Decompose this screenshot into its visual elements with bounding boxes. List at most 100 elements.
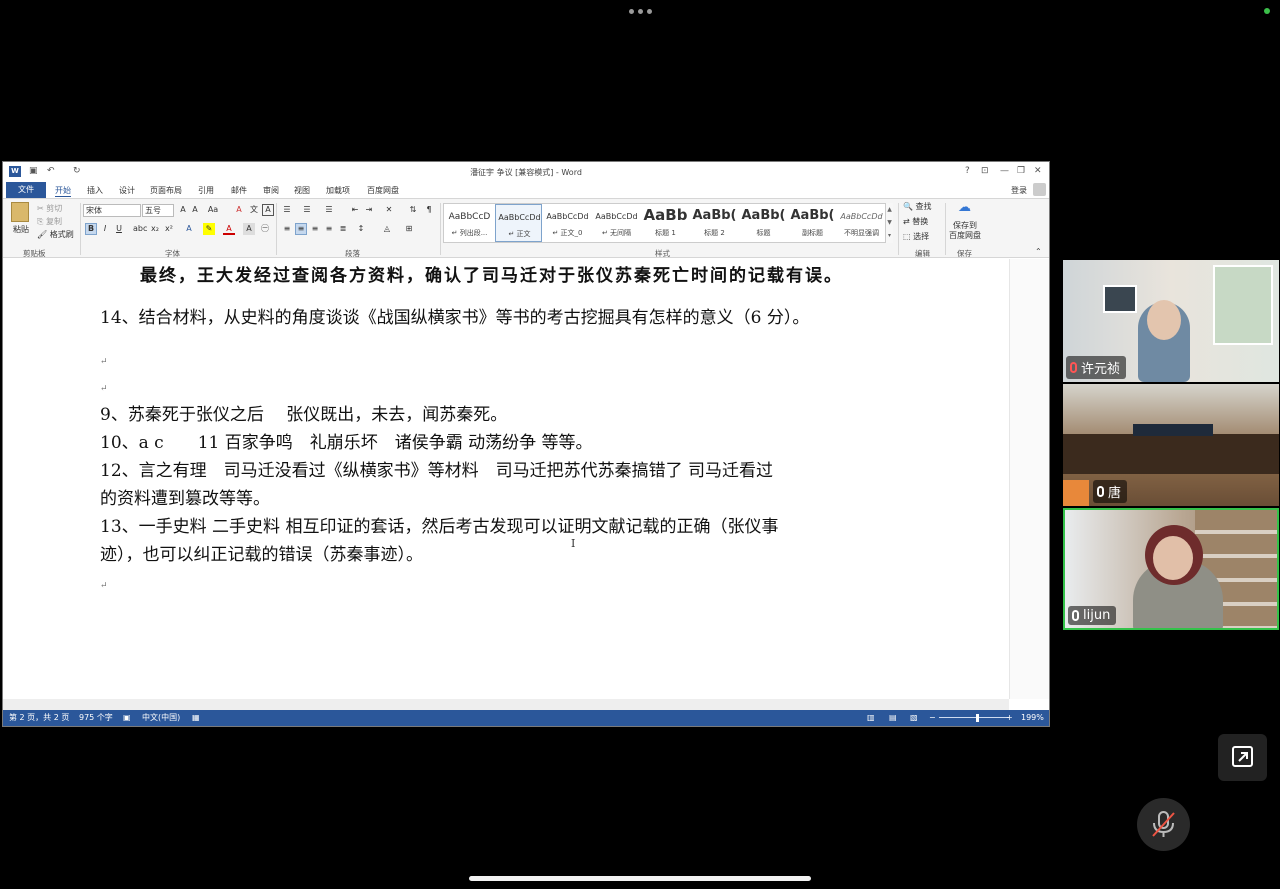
participant-tile-active[interactable]: lijun	[1063, 508, 1279, 630]
shading-icon[interactable]: ◬	[381, 223, 393, 235]
participant-tile[interactable]: 唐	[1063, 384, 1279, 506]
proofing-icon[interactable]: ▣	[123, 710, 131, 726]
print-layout-icon[interactable]: ▤	[889, 710, 897, 726]
align-right-icon[interactable]: ≡	[309, 223, 321, 235]
tab-home[interactable]: 开始	[55, 185, 71, 197]
cut-button[interactable]: ✂ 剪切	[37, 204, 62, 214]
enclosed-char-icon[interactable]: ㊀	[259, 223, 271, 235]
increase-indent-icon[interactable]: ⇥	[363, 204, 375, 216]
paste-icon[interactable]	[11, 202, 29, 222]
ribbon-display-icon[interactable]: ⊡	[981, 166, 989, 176]
save-baidu-line1[interactable]: 保存到	[953, 221, 977, 231]
tab-references[interactable]: 引用	[198, 185, 214, 196]
grow-font-icon[interactable]: A	[177, 204, 189, 216]
share-screen-button[interactable]	[1218, 734, 1267, 781]
home-indicator[interactable]	[469, 876, 811, 881]
read-mode-icon[interactable]: ▥	[867, 710, 875, 726]
word-count[interactable]: 975 个字	[79, 710, 113, 726]
zoom-in-icon[interactable]: +	[1006, 710, 1013, 726]
strikethrough-icon[interactable]: abc	[133, 223, 147, 235]
mic-icon	[1072, 610, 1079, 621]
borders-icon[interactable]: ⊞	[403, 223, 415, 235]
close-icon[interactable]: ✕	[1034, 166, 1042, 176]
wall-painting	[1103, 285, 1137, 313]
minimize-icon[interactable]: —	[1000, 166, 1009, 176]
underline-icon[interactable]: U	[113, 223, 125, 235]
highlight-icon[interactable]: ✎	[203, 223, 215, 235]
web-layout-icon[interactable]: ▧	[910, 710, 918, 726]
font-family-select[interactable]: 宋体	[83, 204, 141, 217]
style-normal-0[interactable]: AaBbCcDd ↵ 正文_0	[544, 204, 591, 242]
tab-review[interactable]: 审阅	[263, 185, 279, 196]
font-color-icon[interactable]: A	[223, 223, 235, 235]
char-shading-icon[interactable]: A	[243, 223, 255, 235]
restore-icon[interactable]: ❐	[1017, 166, 1025, 176]
change-case-icon[interactable]: Aa	[207, 204, 219, 216]
sort-icon[interactable]: ⇅	[407, 204, 419, 216]
style-subtitle[interactable]: AaBb(副标题	[789, 204, 836, 242]
style-title[interactable]: AaBb(标题	[740, 204, 787, 242]
login-link[interactable]: 登录	[1011, 185, 1027, 196]
tab-layout[interactable]: 页面布局	[150, 185, 182, 196]
baidu-cloud-icon[interactable]: ☁	[958, 201, 971, 214]
more-options-icon[interactable]	[626, 9, 654, 17]
page-count[interactable]: 第 2 页，共 2 页	[9, 710, 69, 726]
format-painter-button[interactable]: 🖌 格式刷	[37, 230, 74, 240]
distributed-icon[interactable]: ≣	[337, 223, 349, 235]
align-center-icon[interactable]: ≡	[295, 223, 307, 235]
copy-button[interactable]: ⎘ 复制	[37, 217, 62, 227]
style-normal[interactable]: AaBbCcDd ↵ 正文	[495, 204, 542, 242]
tab-mailings[interactable]: 邮件	[231, 185, 247, 196]
font-size-select[interactable]: 五号	[142, 204, 174, 217]
styles-scroll-icon[interactable]: ▲ ▼ ▾	[885, 203, 893, 243]
italic-icon[interactable]: I	[99, 223, 111, 235]
clear-format-icon[interactable]: A	[233, 204, 245, 216]
chinese-layout-icon[interactable]: ✕	[383, 204, 395, 216]
replace-button[interactable]: ⇄ 替换	[903, 217, 928, 227]
decrease-indent-icon[interactable]: ⇤	[349, 204, 361, 216]
char-border-icon[interactable]: A	[262, 204, 274, 216]
show-marks-icon[interactable]: ¶	[423, 204, 435, 216]
tab-insert[interactable]: 插入	[87, 185, 103, 196]
align-left-icon[interactable]: ≡	[281, 223, 293, 235]
bold-icon[interactable]: B	[85, 223, 97, 235]
shrink-font-icon[interactable]: A	[189, 204, 201, 216]
bullets-icon[interactable]: ☰	[281, 204, 293, 216]
style-list-paragraph[interactable]: AaBbCcD ↵ 列出段...	[446, 204, 493, 242]
phonetic-guide-icon[interactable]: 文	[248, 204, 260, 216]
document-page[interactable]: 最终，王大发经过查阅各方资料，确认了司马迁对于张仪苏秦死亡时间的记载有误。 14…	[3, 259, 1009, 699]
style-subtle-emphasis[interactable]: AaBbCcDd 不明显强调	[838, 204, 885, 242]
style-heading-1[interactable]: AaBb 标题 1	[642, 204, 689, 242]
text-effects-icon[interactable]: A	[183, 223, 195, 235]
collapse-ribbon-icon[interactable]: ⌃	[1035, 247, 1042, 257]
tab-design[interactable]: 设计	[119, 185, 135, 196]
style-no-spacing[interactable]: AaBbCcDd ↵ 无间隔	[593, 204, 640, 242]
help-icon[interactable]: ?	[965, 166, 970, 176]
zoom-slider-thumb[interactable]	[976, 714, 979, 722]
paste-button[interactable]: 粘贴	[13, 225, 29, 235]
subscript-icon[interactable]: x₂	[149, 223, 161, 235]
user-icon[interactable]	[1033, 183, 1046, 196]
zoom-out-icon[interactable]: −	[929, 710, 936, 726]
macro-record-icon[interactable]: ▦	[192, 710, 200, 726]
multilevel-list-icon[interactable]: ☰	[323, 204, 335, 216]
vertical-scrollbar[interactable]	[1009, 259, 1049, 699]
find-button[interactable]: 🔍 查找	[903, 202, 932, 212]
tab-file[interactable]: 文件	[6, 182, 46, 198]
tab-addins[interactable]: 加载项	[326, 185, 350, 196]
tab-baidu[interactable]: 百度网盘	[367, 185, 399, 196]
justify-icon[interactable]: ≡	[323, 223, 335, 235]
tab-view[interactable]: 视图	[294, 185, 310, 196]
save-baidu-line2[interactable]: 百度网盘	[949, 231, 981, 241]
zoom-slider[interactable]	[939, 717, 1009, 718]
superscript-icon[interactable]: x²	[163, 223, 175, 235]
line-spacing-icon[interactable]: ↕	[355, 223, 367, 235]
zoom-level[interactable]: 199%	[1021, 710, 1044, 726]
language-indicator[interactable]: 中文(中国)	[142, 710, 180, 726]
participant-tile[interactable]: 许元祯	[1063, 260, 1279, 382]
style-heading-2[interactable]: AaBb(标题 2	[691, 204, 738, 242]
select-button[interactable]: ⬚ 选择	[903, 232, 929, 242]
clipboard-group-label: 剪贴板	[23, 249, 46, 258]
numbering-icon[interactable]: ☰	[301, 204, 313, 216]
mute-button[interactable]	[1137, 798, 1190, 851]
